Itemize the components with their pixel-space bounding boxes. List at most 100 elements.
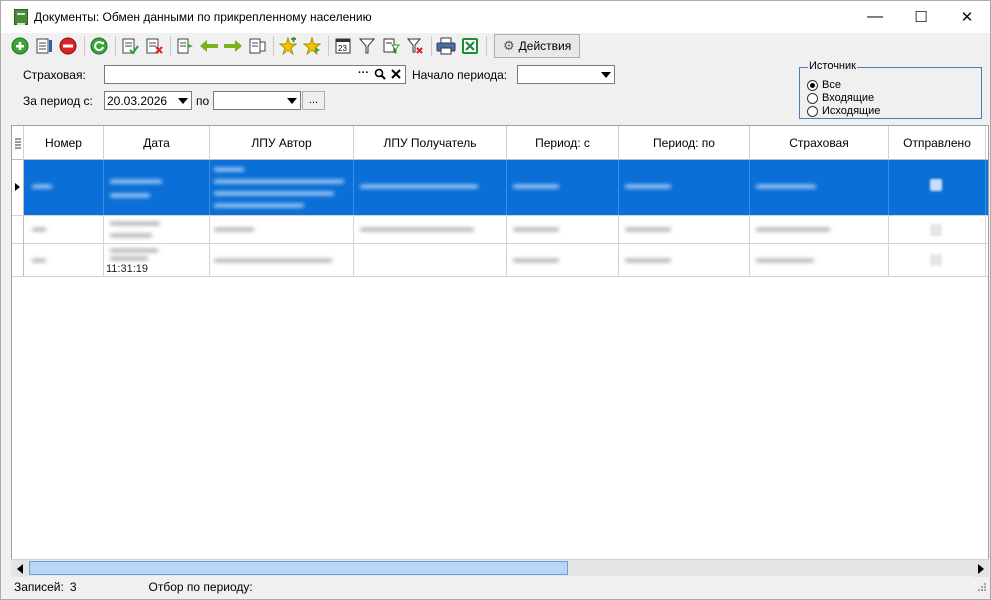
toolbar-separator [431,36,432,56]
close-button[interactable]: ✕ [944,1,990,33]
title-bar: Документы: Обмен данными по прикрепленно… [1,1,990,33]
filter-clear-icon[interactable] [404,35,426,57]
column-header-author[interactable]: ЛПУ Автор [210,126,354,160]
records-label: Записей: [14,580,64,594]
table-header: Номер Дата ЛПУ Автор ЛПУ Получатель Пери… [12,126,988,160]
period-from-label: За период с: [23,94,93,108]
table-cell [210,244,354,276]
period-from-datepicker[interactable]: 20.03.2026 [104,91,192,110]
source-option-all[interactable]: Все [807,79,841,91]
clear-icon[interactable] [390,66,402,85]
row-indicator [12,216,24,243]
search-icon[interactable] [374,66,386,85]
table-row[interactable]: 11:31:19 [12,244,988,277]
row-indicator [12,244,24,276]
chevron-down-icon [287,98,297,104]
refresh-icon[interactable] [88,35,110,57]
edit-document-icon[interactable] [33,35,55,57]
document-export-icon[interactable] [246,35,268,57]
excel-export-icon[interactable] [459,35,481,57]
gear-icon: ⚙ [503,38,515,53]
radio-selected-icon [807,79,818,91]
column-header-period-from[interactable]: Период: с [507,126,619,160]
period-select-button[interactable]: ... [302,91,325,110]
source-option-outgoing[interactable]: Исходящие [807,105,880,117]
horizontal-scrollbar[interactable] [11,559,989,577]
table-row[interactable] [12,216,988,244]
chevron-down-icon [178,98,188,104]
toolbar-separator [328,36,329,56]
scroll-left-icon[interactable] [11,560,28,577]
toolbar-separator [273,36,274,56]
sent-checkbox[interactable] [930,179,942,191]
period-to-label: по [196,94,210,108]
insurer-dots-button[interactable]: ··· [358,67,369,79]
star-arrow-icon[interactable] [301,35,323,57]
filter-edit-icon[interactable] [380,35,402,57]
scroll-right-icon[interactable] [972,560,989,577]
column-chooser-icon[interactable] [12,126,24,160]
insurer-field[interactable]: ··· [104,65,406,84]
main-window: Документы: Обмен данными по прикрепленно… [0,0,991,600]
calendar-icon[interactable]: 23 [332,35,354,57]
sent-checkbox[interactable] [930,224,942,236]
table-cell [210,216,354,243]
unsign-document-icon[interactable] [143,35,165,57]
column-header-insurer[interactable]: Страховая [750,126,889,160]
period-to-datepicker[interactable] [213,91,301,110]
current-row-icon [15,183,20,191]
period-start-combobox[interactable] [517,65,615,84]
column-header-sent[interactable]: Отправлено [889,126,986,160]
sign-document-icon[interactable] [119,35,141,57]
filter-icon[interactable] [356,35,378,57]
radio-icon [807,105,818,117]
source-option-label: Исходящие [822,105,881,117]
table-cell [24,160,104,215]
source-option-label: Все [822,79,841,91]
delete-icon[interactable] [57,35,79,57]
period-from-value: 20.03.2026 [107,94,168,108]
maximize-button[interactable]: ☐ [898,1,944,33]
row-indicator [12,160,24,215]
source-option-incoming[interactable]: Входящие [807,92,874,104]
table-cell [619,160,750,215]
table-cell [507,244,619,276]
status-bar: Записей: 3 Отбор по периоду: [11,577,989,597]
svg-text:23: 23 [338,44,347,53]
toolbar-separator [115,36,116,56]
source-groupbox: Источник Все Входящие Исходящие [799,60,982,119]
move-document-icon[interactable] [174,35,196,57]
column-header-period-to[interactable]: Период: по [619,126,750,160]
minimize-button[interactable]: — [852,1,898,33]
scrollbar-thumb[interactable] [29,561,568,575]
column-header-number[interactable]: Номер [24,126,104,160]
toolbar-separator [170,36,171,56]
insurer-label: Страховая: [23,68,86,82]
arrow-left-icon[interactable] [198,35,220,57]
table-cell [750,160,889,215]
toolbar-separator [84,36,85,56]
table-cell [619,216,750,243]
column-header-date[interactable]: Дата [104,126,210,160]
source-option-label: Входящие [822,92,875,104]
star-add-icon[interactable] [277,35,299,57]
actions-label: Действия [518,39,572,53]
toolbar-separator [486,36,487,56]
table-cell [354,160,507,215]
table-cell [354,216,507,243]
chevron-down-icon [601,72,611,78]
resize-grip-icon[interactable] [977,581,987,595]
add-icon[interactable] [9,35,31,57]
actions-button[interactable]: ⚙ Действия [494,34,581,58]
table-cell [507,216,619,243]
arrow-right-icon[interactable] [222,35,244,57]
column-header-recipient[interactable]: ЛПУ Получатель [354,126,507,160]
print-icon[interactable] [435,35,457,57]
source-legend: Источник [808,60,857,72]
table-row[interactable] [12,160,988,216]
sent-checkbox[interactable] [930,254,942,266]
table-cell [889,216,986,243]
table-cell [889,244,986,276]
table-cell [24,216,104,243]
records-count: 3 [69,580,77,594]
